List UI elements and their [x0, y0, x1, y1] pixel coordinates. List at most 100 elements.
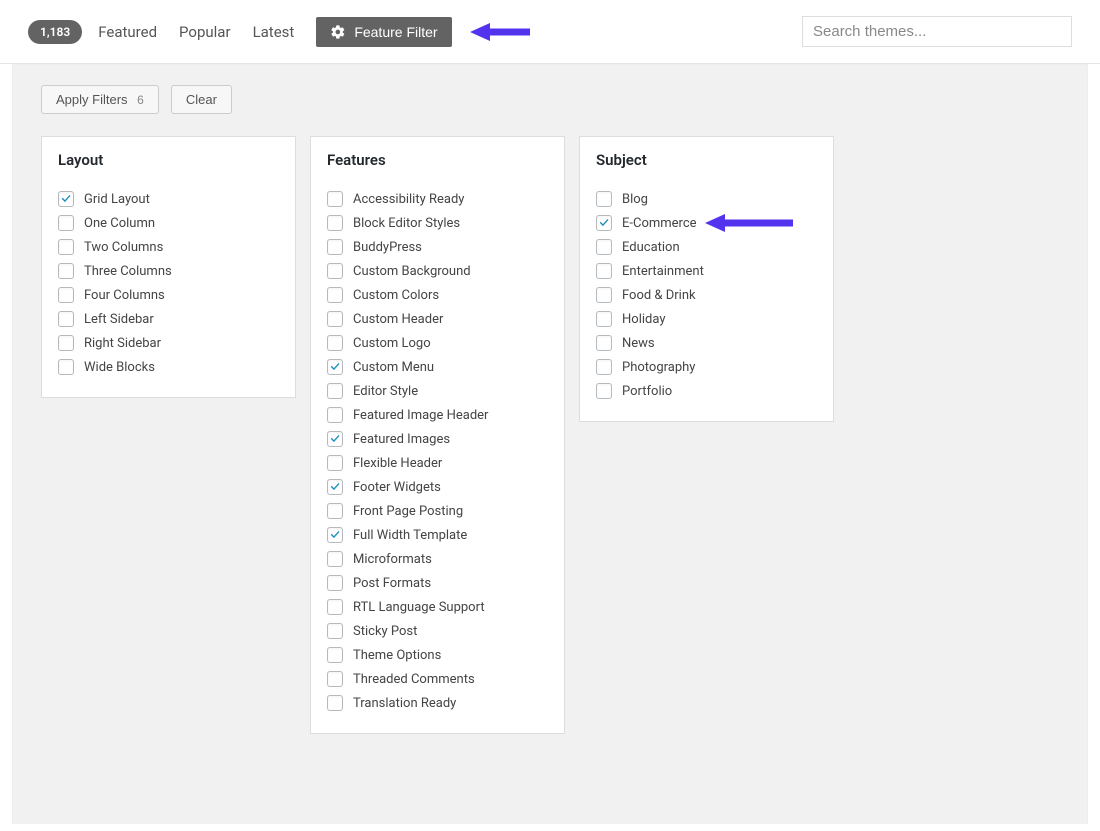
checkbox-icon[interactable] — [327, 599, 343, 615]
filter-option[interactable]: Left Sidebar — [58, 307, 279, 331]
filter-option[interactable]: Wide Blocks — [58, 355, 279, 379]
feature-filter-button[interactable]: Feature Filter — [316, 17, 451, 47]
gear-icon — [330, 24, 346, 40]
filter-option[interactable]: Theme Options — [327, 643, 548, 667]
checkbox-icon[interactable] — [596, 215, 612, 231]
filter-option[interactable]: Footer Widgets — [327, 475, 548, 499]
checkbox-icon[interactable] — [327, 695, 343, 711]
checkbox-icon[interactable] — [327, 263, 343, 279]
checkbox-icon[interactable] — [327, 335, 343, 351]
filter-option[interactable]: Education — [596, 235, 817, 259]
filter-option[interactable]: One Column — [58, 211, 279, 235]
checkbox-icon[interactable] — [327, 671, 343, 687]
filter-option[interactable]: RTL Language Support — [327, 595, 548, 619]
filter-option[interactable]: Translation Ready — [327, 691, 548, 715]
layout-list: Grid LayoutOne ColumnTwo ColumnsThree Co… — [58, 187, 279, 379]
checkbox-icon[interactable] — [327, 359, 343, 375]
filter-group-features: Features Accessibility ReadyBlock Editor… — [310, 136, 565, 734]
filter-option[interactable]: Featured Images — [327, 427, 548, 451]
checkbox-icon[interactable] — [58, 287, 74, 303]
filter-option[interactable]: Food & Drink — [596, 283, 817, 307]
subject-list: Blog E-Commerce Education EntertainmentFood… — [596, 187, 817, 403]
checkbox-icon[interactable] — [327, 623, 343, 639]
checkbox-icon[interactable] — [58, 191, 74, 207]
checkbox-icon[interactable] — [327, 239, 343, 255]
checkbox-icon[interactable] — [327, 383, 343, 399]
checkbox-icon[interactable] — [58, 311, 74, 327]
filter-option[interactable]: Front Page Posting — [327, 499, 548, 523]
checkbox-icon[interactable] — [596, 191, 612, 207]
checkbox-icon[interactable] — [327, 527, 343, 543]
filter-option[interactable]: Blog — [596, 187, 817, 211]
checkbox-icon[interactable] — [596, 335, 612, 351]
checkbox-icon[interactable] — [327, 311, 343, 327]
apply-filters-button[interactable]: Apply Filters 6 — [41, 85, 159, 114]
filter-option-label: Post Formats — [353, 576, 431, 591]
filter-option[interactable]: Post Formats — [327, 571, 548, 595]
checkbox-icon[interactable] — [596, 239, 612, 255]
checkbox-icon[interactable] — [327, 479, 343, 495]
clear-filters-button[interactable]: Clear — [171, 85, 232, 114]
filter-option[interactable]: News — [596, 331, 817, 355]
filter-option-label: Block Editor Styles — [353, 216, 460, 231]
filter-option[interactable]: Grid Layout — [58, 187, 279, 211]
filter-option[interactable]: Full Width Template — [327, 523, 548, 547]
checkbox-icon[interactable] — [327, 287, 343, 303]
search-themes-input[interactable] — [802, 16, 1072, 47]
checkbox-icon[interactable] — [327, 647, 343, 663]
filter-option[interactable]: Microformats — [327, 547, 548, 571]
filter-option-label: News — [622, 336, 655, 351]
filter-option[interactable]: Entertainment — [596, 259, 817, 283]
checkbox-icon[interactable] — [327, 215, 343, 231]
tab-featured[interactable]: Featured — [98, 23, 157, 41]
checkbox-icon[interactable] — [596, 287, 612, 303]
checkbox-icon[interactable] — [327, 455, 343, 471]
checkbox-icon[interactable] — [327, 551, 343, 567]
filter-option[interactable]: Three Columns — [58, 259, 279, 283]
filter-option-label: RTL Language Support — [353, 600, 485, 615]
filter-option[interactable]: Custom Colors — [327, 283, 548, 307]
filter-option[interactable]: Sticky Post — [327, 619, 548, 643]
filter-option[interactable]: Custom Background — [327, 259, 548, 283]
checkbox-icon[interactable] — [596, 263, 612, 279]
filter-option[interactable]: Editor Style — [327, 379, 548, 403]
filter-option-label: Editor Style — [353, 384, 418, 399]
filter-option[interactable]: Portfolio — [596, 379, 817, 403]
filter-option[interactable]: Holiday — [596, 307, 817, 331]
checkbox-icon[interactable] — [327, 503, 343, 519]
filter-option[interactable]: Photography — [596, 355, 817, 379]
checkbox-icon[interactable] — [58, 239, 74, 255]
filter-option[interactable]: Custom Header — [327, 307, 548, 331]
filter-option-label: BuddyPress — [353, 240, 422, 255]
filter-option[interactable]: Two Columns — [58, 235, 279, 259]
checkbox-icon[interactable] — [58, 263, 74, 279]
filter-option-label: Education — [622, 240, 680, 255]
filter-option[interactable]: Threaded Comments — [327, 667, 548, 691]
checkbox-icon[interactable] — [327, 575, 343, 591]
tab-latest[interactable]: Latest — [253, 23, 295, 41]
filter-option[interactable]: E-Commerce — [596, 211, 817, 235]
checkbox-icon[interactable] — [58, 335, 74, 351]
checkbox-icon[interactable] — [327, 431, 343, 447]
filter-option[interactable]: Custom Logo — [327, 331, 548, 355]
checkbox-icon[interactable] — [596, 359, 612, 375]
checkbox-icon[interactable] — [58, 359, 74, 375]
feature-filter-label: Feature Filter — [354, 24, 437, 40]
filter-option-label: E-Commerce — [622, 216, 697, 231]
filter-option[interactable]: Right Sidebar — [58, 331, 279, 355]
filter-option[interactable]: Custom Menu — [327, 355, 548, 379]
filter-option[interactable]: Flexible Header — [327, 451, 548, 475]
filter-option[interactable]: Block Editor Styles — [327, 211, 548, 235]
checkbox-icon[interactable] — [58, 215, 74, 231]
filter-option[interactable]: Featured Image Header — [327, 403, 548, 427]
checkbox-icon[interactable] — [327, 191, 343, 207]
filter-group-layout: Layout Grid LayoutOne ColumnTwo ColumnsT… — [41, 136, 296, 398]
checkbox-icon[interactable] — [596, 311, 612, 327]
filter-option-label: Custom Background — [353, 264, 471, 279]
checkbox-icon[interactable] — [596, 383, 612, 399]
checkbox-icon[interactable] — [327, 407, 343, 423]
tab-popular[interactable]: Popular — [179, 23, 231, 41]
filter-option[interactable]: BuddyPress — [327, 235, 548, 259]
filter-option[interactable]: Four Columns — [58, 283, 279, 307]
filter-option[interactable]: Accessibility Ready — [327, 187, 548, 211]
